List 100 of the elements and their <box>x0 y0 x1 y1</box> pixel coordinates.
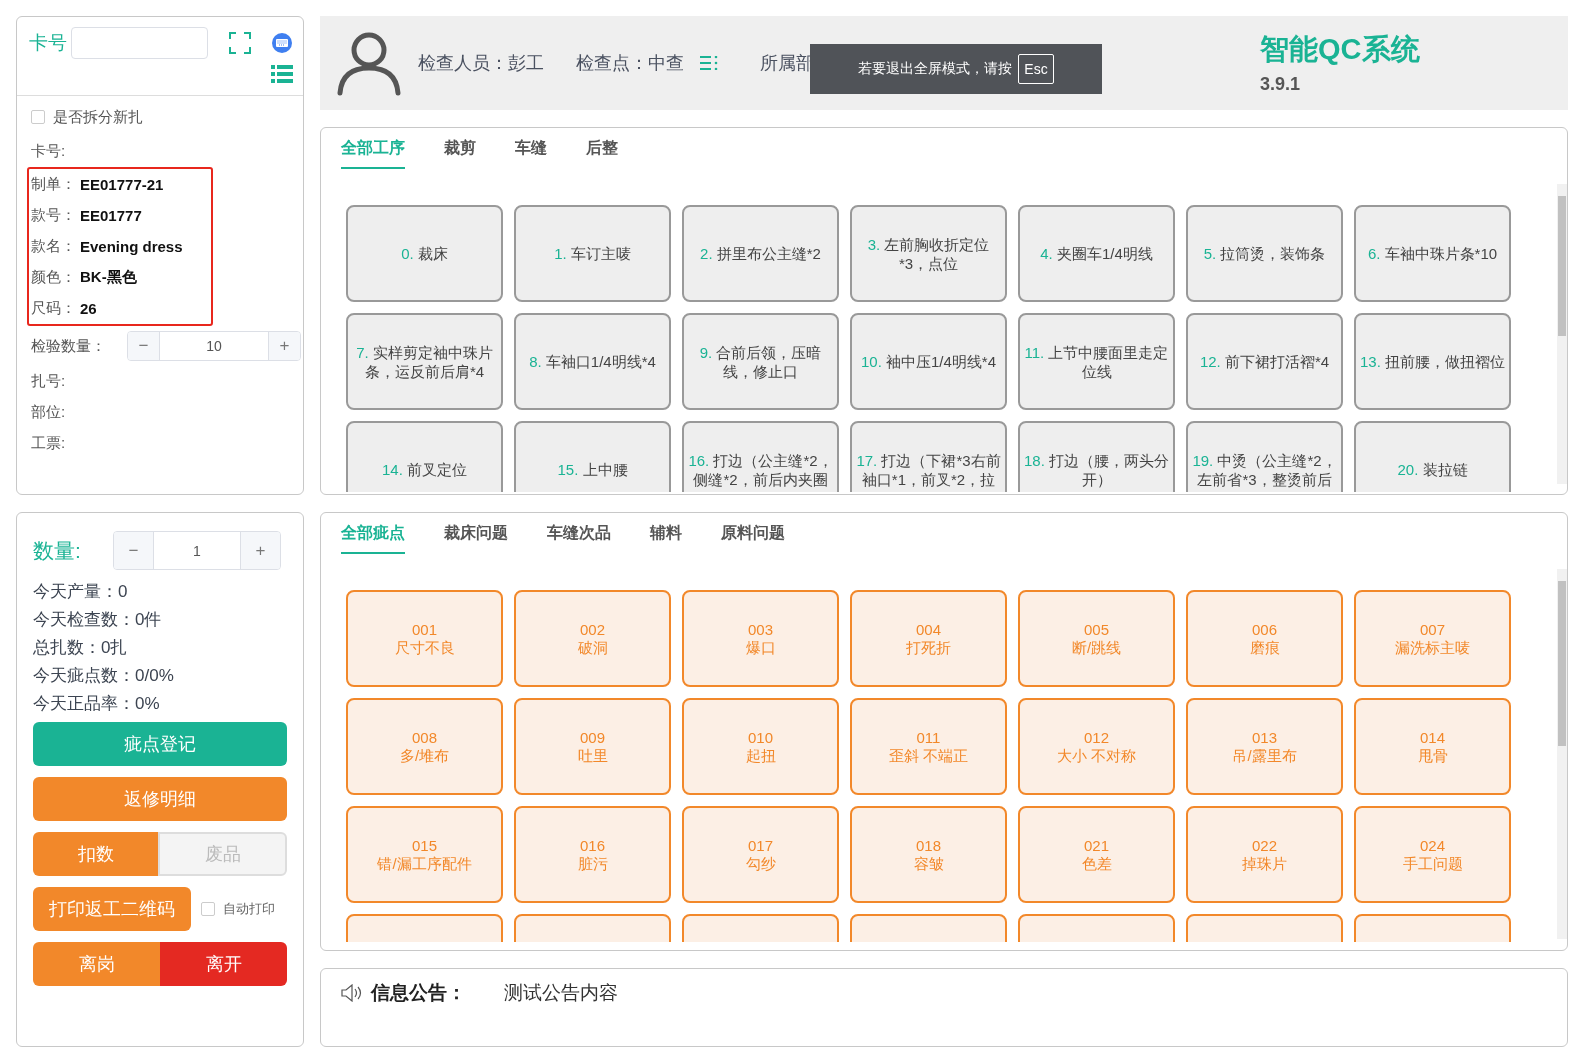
plus-button[interactable]: + <box>240 532 280 569</box>
process-card[interactable]: 13. 扭前腰，做扭褶位 <box>1354 313 1511 410</box>
info-value: BK-黑色 <box>80 268 137 287</box>
process-card[interactable]: 1. 车订主唛 <box>514 205 671 302</box>
qty-field[interactable]: − 1 + <box>113 531 281 570</box>
stat-text: 总扎数：0扎 <box>33 637 129 659</box>
action-button[interactable]: 离开 <box>160 942 287 986</box>
speaker-icon <box>341 983 363 1002</box>
minus-button[interactable]: − <box>128 332 160 360</box>
action-button[interactable]: 疵点登记 <box>33 722 287 766</box>
minus-button[interactable]: − <box>114 532 154 569</box>
defect-card[interactable]: 015 错/漏工序配件 <box>346 806 503 903</box>
card-input[interactable] <box>71 27 208 59</box>
list-icon[interactable] <box>271 65 293 83</box>
card-no-label: 卡号: <box>31 142 66 161</box>
defect-tab[interactable]: 全部疵点 <box>341 523 405 554</box>
defect-card[interactable]: 002 破洞 <box>514 590 671 687</box>
defect-card[interactable]: 016 脏污 <box>514 806 671 903</box>
defect-card[interactable]: 021 色差 <box>1018 806 1175 903</box>
field-label: 工票: <box>31 434 66 453</box>
process-tab[interactable]: 全部工序 <box>341 138 405 169</box>
defect-tab[interactable]: 裁床问题 <box>444 523 508 554</box>
stat-text: 今天正品率：0% <box>33 693 161 715</box>
info-value: 26 <box>80 300 97 317</box>
auto-print-label: 自动打印 <box>223 900 275 918</box>
action-button[interactable]: 扣数 <box>33 832 158 876</box>
process-card[interactable]: 15. 上中腰 <box>514 421 671 492</box>
info-label: 尺码： <box>31 299 76 318</box>
defect-card[interactable]: 001 尺寸不良 <box>346 590 503 687</box>
info-label: 制单： <box>31 175 76 194</box>
process-card[interactable]: 18. 打边（腰，两头分开） <box>1018 421 1175 492</box>
defect-card[interactable]: 022 掉珠片 <box>1186 806 1343 903</box>
defect-card[interactable]: 009 吐里 <box>514 698 671 795</box>
field-label: 扎号: <box>31 372 66 391</box>
card-label: 卡号 <box>29 31 67 55</box>
stat-text: 今天疵点数：0/0% <box>33 665 175 687</box>
action-button[interactable]: 返修明细 <box>33 777 287 821</box>
defect-card[interactable]: 005 断/跳线 <box>1018 590 1175 687</box>
inspect-qty-label: 检验数量： <box>31 336 107 356</box>
inspect-qty-field[interactable]: − 10 + <box>127 331 301 361</box>
process-tab[interactable]: 后整 <box>586 138 618 169</box>
notice-text: 测试公告内容 <box>504 980 618 1005</box>
defect-card[interactable]: 012 大小 不对称 <box>1018 698 1175 795</box>
defect-card[interactable]: 006 磨痕 <box>1186 590 1343 687</box>
process-card[interactable]: 17. 打边（下裙*3右前袖口*1，前叉*2，拉 <box>850 421 1007 492</box>
inspector-text: 检查人员：彭工 <box>418 52 544 75</box>
split-label: 是否拆分新扎 <box>53 107 143 127</box>
defect-tab[interactable]: 原料问题 <box>721 523 785 554</box>
process-card[interactable]: 10. 袖中压1/4明线*4 <box>850 313 1007 410</box>
plus-button[interactable]: + <box>268 332 300 360</box>
process-card[interactable]: 6. 车袖中珠片条*10 <box>1354 205 1511 302</box>
defect-card[interactable]: 017 勾纱 <box>682 806 839 903</box>
keyboard-icon[interactable] <box>272 33 292 53</box>
scan-icon[interactable] <box>228 32 251 54</box>
scrollbar[interactable] <box>1557 184 1567 484</box>
process-tab[interactable]: 裁剪 <box>444 138 476 169</box>
defect-card[interactable]: 014 甩骨 <box>1354 698 1511 795</box>
info-label: 颜色： <box>31 268 76 287</box>
qty-label: 数量: <box>33 537 82 564</box>
stat-text: 今天产量：0 <box>33 581 129 603</box>
defect-card[interactable]: 013 吊/露里布 <box>1186 698 1343 795</box>
action-button[interactable]: 打印返工二维码 <box>33 887 191 931</box>
notice-label: 信息公告： <box>371 980 466 1005</box>
process-card[interactable]: 12. 前下裙打活褶*4 <box>1186 313 1343 410</box>
process-card[interactable]: 7. 实样剪定袖中珠片条，运反前后肩*4 <box>346 313 503 410</box>
process-tab[interactable]: 车缝 <box>515 138 547 169</box>
process-card[interactable]: 8. 车袖口1/4明线*4 <box>514 313 671 410</box>
split-checkbox[interactable] <box>31 110 45 124</box>
defect-tab[interactable]: 车缝次品 <box>547 523 611 554</box>
defect-tab[interactable]: 辅料 <box>650 523 682 554</box>
process-card[interactable]: 3. 左前胸收折定位*3，点位 <box>850 205 1007 302</box>
info-value: EE01777-21 <box>80 176 164 193</box>
defect-card[interactable]: 007 漏洗标主唛 <box>1354 590 1511 687</box>
defect-card[interactable]: 011 歪斜 不端正 <box>850 698 1007 795</box>
process-card[interactable]: 16. 打边（公主缝*2，侧缝*2，前后内夹圈 <box>682 421 839 492</box>
info-value: Evening dress <box>80 238 183 255</box>
stat-text: 今天检查数：0件 <box>33 609 163 631</box>
process-card[interactable]: 5. 拉筒烫，装饰条 <box>1186 205 1343 302</box>
defect-card[interactable]: 010 起扭 <box>682 698 839 795</box>
process-card[interactable]: 11. 上节中腰面里走定位线 <box>1018 313 1175 410</box>
defect-card[interactable]: 008 多/堆布 <box>346 698 503 795</box>
process-card[interactable]: 20. 装拉链 <box>1354 421 1511 492</box>
list-icon[interactable] <box>700 56 718 70</box>
process-card[interactable]: 2. 拼里布公主缝*2 <box>682 205 839 302</box>
checkpoint-text: 检查点：中查 <box>576 52 684 75</box>
defect-card[interactable]: 004 打死折 <box>850 590 1007 687</box>
action-button[interactable]: 离岗 <box>33 942 160 986</box>
process-card[interactable]: 0. 裁床 <box>346 205 503 302</box>
process-card[interactable]: 4. 夹圈车1/4明线 <box>1018 205 1175 302</box>
scrollbar[interactable] <box>1557 569 1567 939</box>
defect-card[interactable]: 003 爆口 <box>682 590 839 687</box>
defect-card[interactable]: 024 手工问题 <box>1354 806 1511 903</box>
process-card[interactable]: 19. 中烫（公主缝*2，左前省*3，整烫前后 <box>1186 421 1343 492</box>
process-card[interactable]: 14. 前叉定位 <box>346 421 503 492</box>
process-card[interactable]: 9. 合前后领，压暗线，修止口 <box>682 313 839 410</box>
user-avatar-icon <box>336 30 402 96</box>
defect-card[interactable]: 018 容皱 <box>850 806 1007 903</box>
auto-print-checkbox[interactable] <box>201 902 215 916</box>
app-title: 智能QC系统 <box>1260 32 1420 67</box>
toast-text: 若要退出全屏模式，请按 <box>858 60 1013 78</box>
